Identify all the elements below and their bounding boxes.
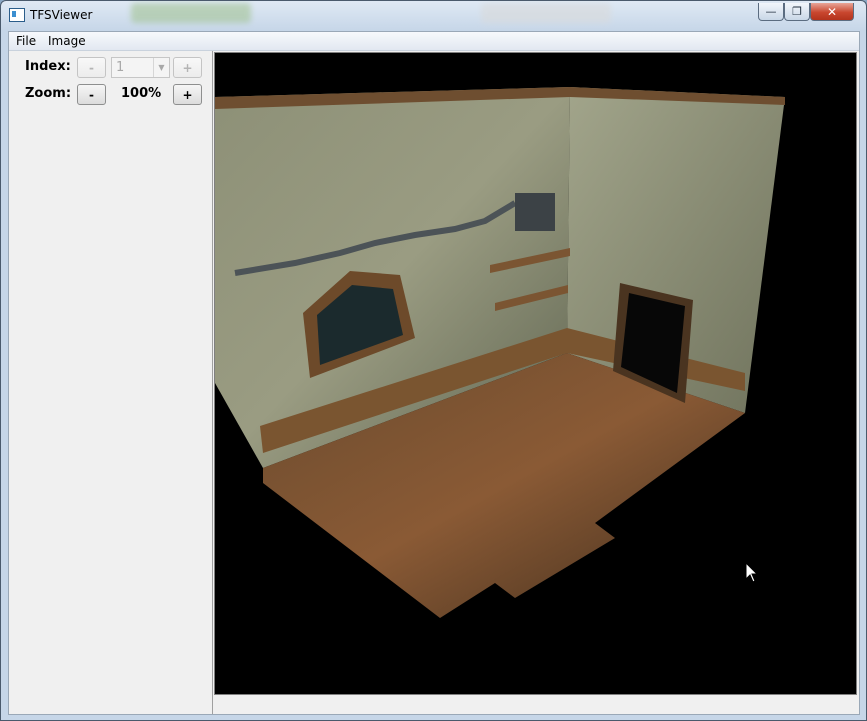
minimize-button[interactable]: — [758,3,784,21]
maximize-button[interactable]: ❐ [784,3,810,21]
close-button[interactable]: ✕ [810,3,854,21]
index-decrement-button[interactable]: - [77,57,106,78]
control-panel: Index: - 1 ▼ + Zoom: - 100% + [9,51,213,714]
index-increment-button[interactable]: + [173,57,202,78]
room-render-image [215,87,785,618]
mouse-cursor-icon [745,562,759,583]
zoom-in-button[interactable]: + [173,84,202,105]
app-window: TFSViewer — ❐ ✕ File Image Index: - 1 ▼ … [0,0,867,721]
background-blur [481,3,611,23]
image-viewer[interactable] [214,52,857,695]
menu-bar: File Image [9,32,859,51]
zoom-label: Zoom: [25,86,72,101]
menu-image[interactable]: Image [48,34,86,48]
client-area: File Image Index: - 1 ▼ + Zoom: - 100% + [8,31,860,715]
window-title: TFSViewer [30,8,93,22]
pipe-valve [515,193,555,231]
chevron-down-icon[interactable]: ▼ [153,58,169,77]
index-label: Index: [25,59,71,74]
zoom-out-button[interactable]: - [77,84,106,105]
index-select[interactable]: 1 ▼ [111,57,170,78]
background-blur [131,3,251,23]
index-value: 1 [116,60,125,75]
title-bar[interactable]: TFSViewer — ❐ ✕ [1,1,866,29]
app-icon [9,8,25,22]
menu-file[interactable]: File [16,34,36,48]
zoom-value: 100% [121,86,162,101]
